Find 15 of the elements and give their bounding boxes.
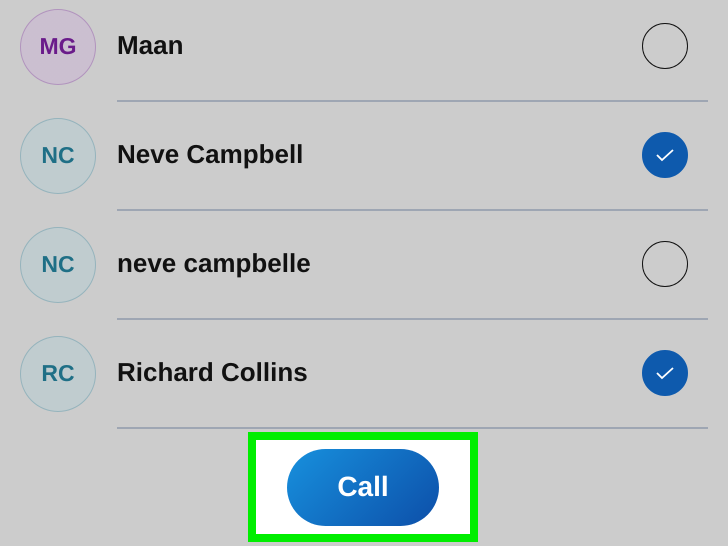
checkbox[interactable] xyxy=(642,132,688,178)
checkbox[interactable] xyxy=(642,240,688,286)
avatar-initials: RC xyxy=(41,360,75,387)
avatar-initials: NC xyxy=(41,251,75,278)
avatar-initials: MG xyxy=(39,33,77,60)
checkbox[interactable] xyxy=(642,22,688,68)
checkmark-icon xyxy=(655,148,675,162)
call-button[interactable]: Call xyxy=(287,448,439,526)
contact-name: Maan xyxy=(117,30,184,61)
contact-name: Richard Collins xyxy=(117,357,308,388)
contact-name: neve campbelle xyxy=(117,248,311,279)
contact-name: Neve Campbell xyxy=(117,139,304,170)
checkmark-icon xyxy=(655,366,675,380)
avatar-initials: NC xyxy=(41,142,75,169)
checkbox[interactable] xyxy=(642,350,688,396)
